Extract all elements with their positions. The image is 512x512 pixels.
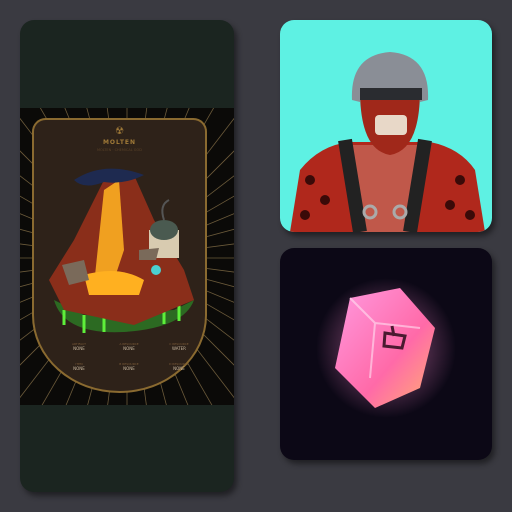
stat-value: NONE: [123, 346, 135, 351]
stat-value: NONE: [73, 366, 85, 371]
stat-value: NONE: [73, 346, 85, 351]
stat-item: B RESOURCE NONE: [104, 362, 154, 371]
stat-item: ITEM NONE: [54, 362, 104, 371]
stat-item: C RESOURCE WATER: [154, 342, 204, 351]
logo: MOLTEN: [102, 139, 137, 146]
stat-value: WATER: [172, 346, 186, 351]
radiation-icon: ☢: [115, 126, 124, 137]
stat-item: ARTIFACT NONE: [54, 342, 104, 351]
shield-frame: ☢ MOLTEN MOLTEN · CHEMICAL GOD ARTIFACT N…: [32, 118, 207, 393]
stat-value: NONE: [173, 366, 185, 371]
stat-item: A RESOURCE NONE: [104, 342, 154, 351]
volcano-card[interactable]: ☢ MOLTEN MOLTEN · CHEMICAL GOD ARTIFACT N…: [20, 20, 234, 492]
cyborg-character-portrait: [290, 52, 485, 232]
crystal-gem-icon: [316, 278, 456, 418]
subtitle: MOLTEN · CHEMICAL GOD: [97, 148, 142, 152]
volcano-illustration: [49, 168, 194, 333]
character-card[interactable]: [280, 20, 492, 232]
stat-value: NONE: [123, 366, 135, 371]
gem-card[interactable]: [280, 248, 492, 460]
stat-item: D RESOURCE NONE: [154, 362, 204, 371]
volcano-artwork: ☢ MOLTEN MOLTEN · CHEMICAL GOD ARTIFACT N…: [20, 108, 234, 405]
